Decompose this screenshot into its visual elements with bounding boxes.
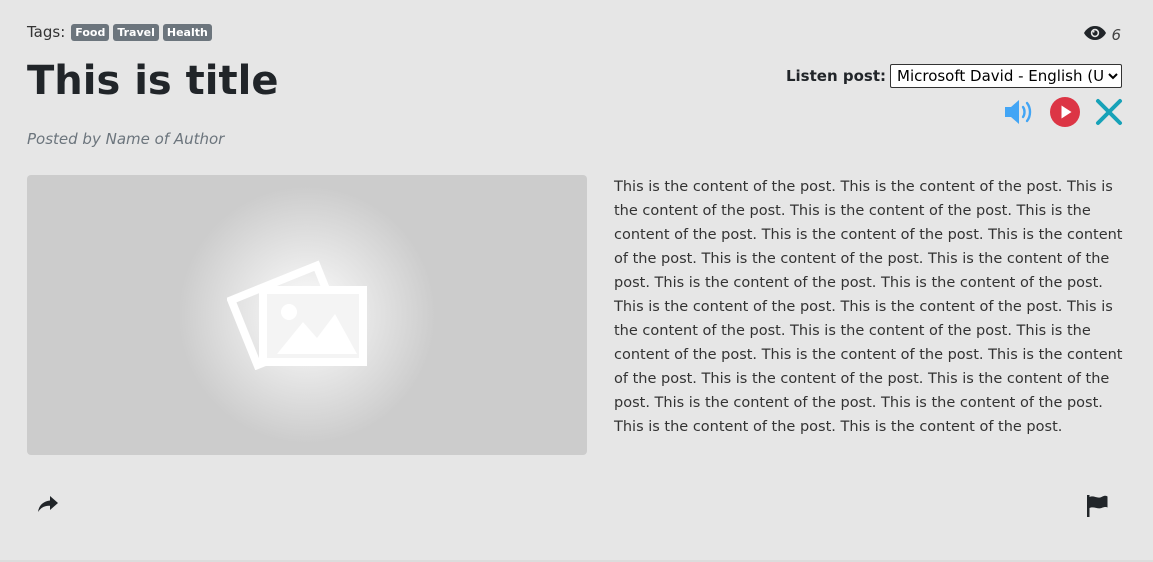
eye-icon — [1083, 24, 1107, 46]
image-icon — [227, 260, 367, 370]
close-icon[interactable] — [1095, 98, 1123, 126]
post-content: This is the content of the post. This is… — [614, 179, 1123, 435]
view-count-value: 6 — [1111, 26, 1121, 44]
post-author: Posted by Name of Author — [27, 130, 225, 148]
tag-health[interactable]: Health — [162, 23, 212, 41]
tags-row: Tags: Food Travel Health — [27, 23, 212, 41]
volume-icon[interactable] — [1003, 97, 1035, 127]
tag-travel[interactable]: Travel — [113, 23, 159, 41]
flag-icon[interactable] — [1085, 494, 1109, 522]
player-controls — [1003, 96, 1123, 128]
play-icon[interactable] — [1049, 96, 1081, 128]
tags-label: Tags: — [27, 23, 66, 41]
view-count: 6 — [1083, 24, 1121, 46]
post-title: This is title — [27, 58, 279, 104]
listen-post: Listen post: Microsoft David - English (… — [786, 64, 1122, 88]
tag-food[interactable]: Food — [71, 23, 110, 41]
listen-label: Listen post: — [785, 67, 886, 85]
voice-select[interactable]: Microsoft David - English (United States… — [890, 64, 1122, 88]
share-icon[interactable] — [37, 494, 59, 518]
post-image-placeholder — [27, 175, 587, 455]
